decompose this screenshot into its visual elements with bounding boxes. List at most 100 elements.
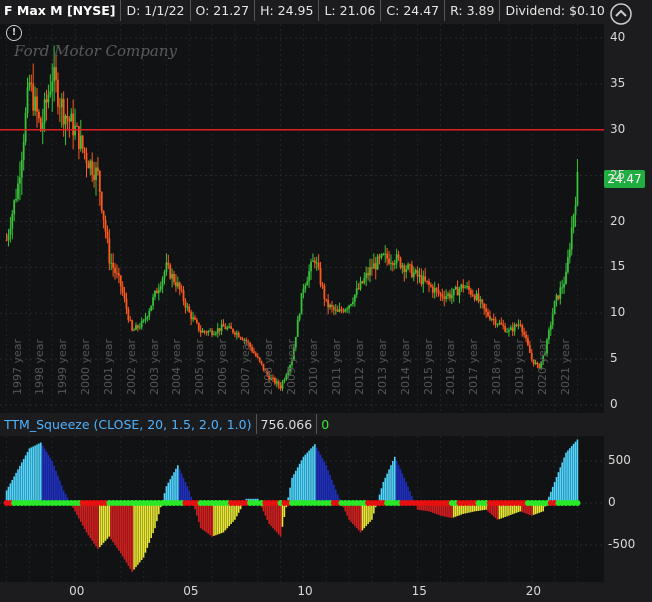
candle xyxy=(332,304,335,316)
candle xyxy=(313,257,316,269)
candle xyxy=(367,266,370,281)
candle xyxy=(388,250,390,266)
range-label: R: 3.89 xyxy=(445,0,501,21)
candle xyxy=(224,323,227,330)
candle xyxy=(508,327,510,337)
indicator-panel[interactable] xyxy=(0,436,604,582)
candle xyxy=(232,328,234,335)
high-label: H: 24.95 xyxy=(255,0,320,21)
collapse-icon[interactable] xyxy=(609,2,633,26)
candle xyxy=(380,253,383,260)
candle xyxy=(452,288,455,302)
year-label: 2005 year xyxy=(193,338,207,395)
candle xyxy=(561,279,564,294)
candle xyxy=(133,328,135,331)
candle xyxy=(431,284,434,298)
candle xyxy=(574,196,577,227)
candle xyxy=(559,281,562,305)
candle xyxy=(144,312,147,324)
year-label: 1999 year xyxy=(56,338,70,395)
year-label: 2018 year xyxy=(490,338,504,395)
year-label: 2012 year xyxy=(353,338,367,395)
candle xyxy=(182,286,185,306)
candle xyxy=(390,254,392,271)
year-label: 2006 year xyxy=(216,338,230,395)
candle xyxy=(424,268,427,283)
candle xyxy=(138,323,141,330)
candle xyxy=(312,253,314,262)
candle xyxy=(348,304,350,314)
info-icon[interactable]: ! xyxy=(6,25,22,41)
squeeze-histogram xyxy=(0,436,604,582)
candle xyxy=(17,175,19,202)
candle xyxy=(466,281,468,290)
candle xyxy=(310,258,312,280)
candle xyxy=(34,86,37,116)
candle xyxy=(114,263,116,280)
candle xyxy=(279,382,282,391)
candle xyxy=(123,286,126,303)
candle xyxy=(321,281,324,289)
candle xyxy=(426,280,429,285)
candle xyxy=(391,260,394,272)
candle xyxy=(327,294,330,315)
candle xyxy=(100,191,103,214)
candle xyxy=(500,317,503,325)
candle xyxy=(205,330,208,336)
candle xyxy=(106,225,109,244)
candle xyxy=(469,287,472,298)
candle xyxy=(570,216,573,256)
price-axis-label: 5 xyxy=(610,351,618,366)
candle xyxy=(369,258,371,283)
dividend-label: Dividend: $0.10 xyxy=(505,3,605,18)
candle xyxy=(209,327,212,332)
symbol-label[interactable]: F Max M [NYSE] xyxy=(0,0,122,21)
year-label: 2001 year xyxy=(101,338,115,395)
candle xyxy=(409,263,411,273)
candle xyxy=(420,268,423,287)
year-label: 2002 year xyxy=(124,338,138,395)
year-label: 1998 year xyxy=(33,338,47,395)
candle xyxy=(450,287,453,304)
candle xyxy=(447,291,449,300)
candle xyxy=(502,319,505,330)
candle xyxy=(201,327,204,333)
candle xyxy=(213,330,215,336)
year-label: 2019 year xyxy=(512,338,526,395)
year-label: 2003 year xyxy=(147,338,161,395)
price-axis-label: 35 xyxy=(610,75,626,90)
candle xyxy=(155,287,158,294)
candle xyxy=(557,295,560,301)
candle xyxy=(359,276,362,291)
candle xyxy=(98,169,101,206)
candle xyxy=(102,210,105,229)
candle xyxy=(477,288,480,304)
candle xyxy=(462,279,465,293)
candle xyxy=(378,253,381,265)
candle xyxy=(435,287,438,297)
time-axis-label: 05 xyxy=(183,584,199,598)
candle xyxy=(230,322,233,329)
candle xyxy=(422,270,425,293)
candle xyxy=(87,160,90,169)
candle xyxy=(91,152,94,182)
candle xyxy=(504,322,507,333)
candle xyxy=(220,319,223,336)
candle xyxy=(22,133,25,171)
candle xyxy=(184,298,187,314)
candle xyxy=(79,119,82,152)
year-label: 2017 year xyxy=(467,338,481,395)
year-label: 1997 year xyxy=(10,338,24,395)
candle xyxy=(384,245,387,263)
candle xyxy=(407,262,409,271)
candle xyxy=(207,330,210,336)
time-axis-label: 00 xyxy=(69,584,85,598)
candle xyxy=(517,319,520,330)
price-axis-label: 30 xyxy=(610,121,626,136)
price-axis-label: 40 xyxy=(610,30,626,44)
candle xyxy=(18,161,21,201)
indicator-name[interactable]: TTM_Squeeze (CLOSE, 20, 1.5, 2.0, 1.0) xyxy=(0,414,257,434)
candle xyxy=(441,288,444,302)
candle xyxy=(346,306,349,313)
candle xyxy=(93,162,95,188)
